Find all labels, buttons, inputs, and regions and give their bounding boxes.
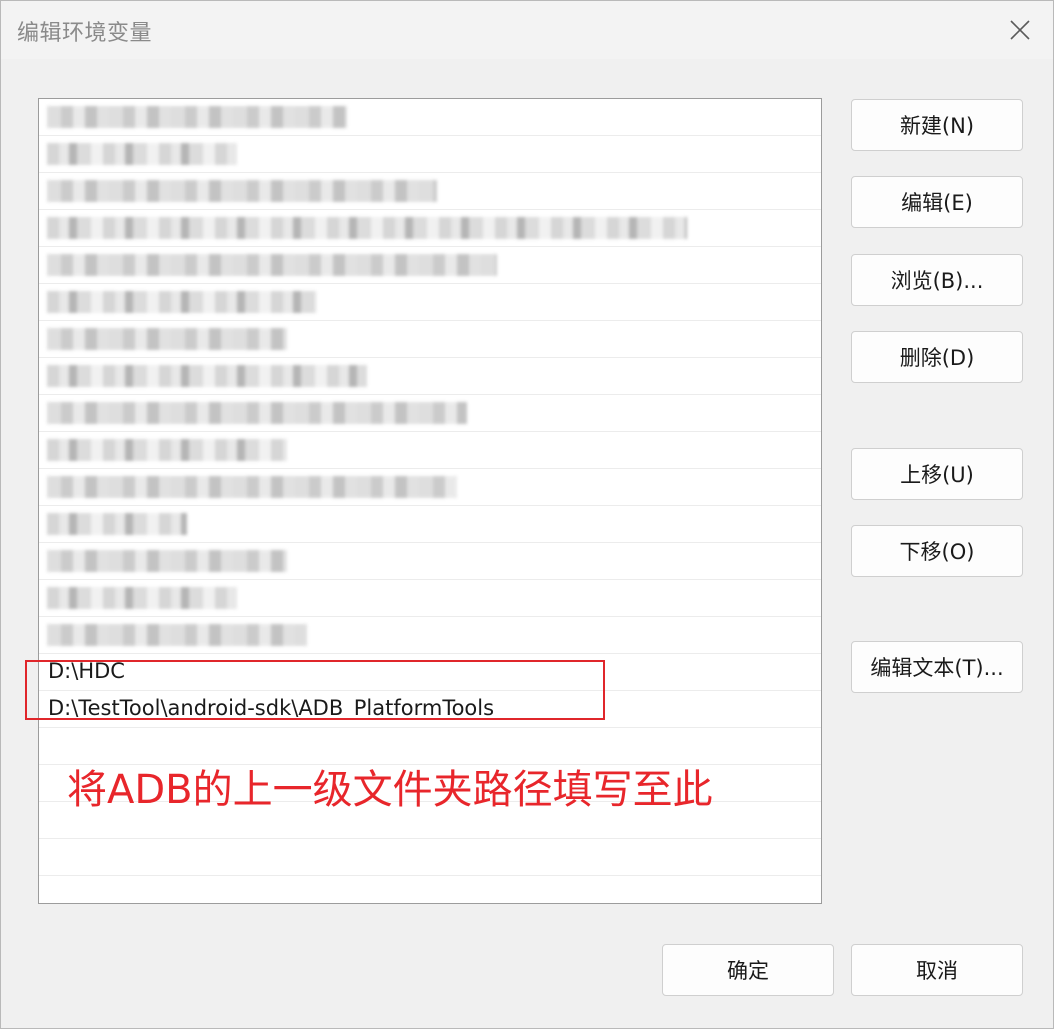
new-button[interactable]: 新建(N) [851,99,1023,151]
list-item[interactable] [39,358,821,395]
list-item[interactable] [39,395,821,432]
list-item[interactable] [39,210,821,247]
redacted-path [47,254,497,276]
close-button[interactable] [997,7,1043,53]
edit-env-var-dialog: 编辑环境变量 D:\HDC D:\TestTool\android-sdk\ADB… [0,0,1054,1029]
redacted-path [47,587,237,609]
redacted-path [47,439,287,461]
list-item[interactable] [39,99,821,136]
redacted-path [47,624,307,646]
list-item[interactable] [39,506,821,543]
close-icon [1010,20,1030,40]
list-item[interactable] [39,580,821,617]
edit-button[interactable]: 编辑(E) [851,176,1023,228]
list-item[interactable] [39,543,821,580]
list-item[interactable] [39,876,821,903]
redacted-path [47,143,237,165]
redacted-path [47,513,187,535]
title-bar: 编辑环境变量 [1,1,1053,59]
redacted-path [47,365,367,387]
redacted-path [47,476,457,498]
annotation-text: 将ADB的上一级文件夹路径填写至此 [67,767,713,813]
redacted-path [47,106,347,128]
list-item[interactable] [39,136,821,173]
delete-button[interactable]: 删除(D) [851,331,1023,383]
list-item[interactable] [39,247,821,284]
list-item[interactable] [39,617,821,654]
list-item[interactable] [39,839,821,876]
redacted-path [47,180,437,202]
list-item[interactable] [39,284,821,321]
list-item[interactable] [39,469,821,506]
ok-button[interactable]: 确定 [662,944,834,996]
cancel-button[interactable]: 取消 [851,944,1023,996]
dialog-title: 编辑环境变量 [17,21,153,46]
move-down-button[interactable]: 下移(O) [851,525,1023,577]
edit-text-button[interactable]: 编辑文本(T)... [851,641,1023,693]
highlight-box [25,660,605,720]
browse-button[interactable]: 浏览(B)... [851,254,1023,306]
list-item[interactable] [39,321,821,358]
redacted-path [47,402,467,424]
redacted-path [47,328,287,350]
list-item[interactable] [39,173,821,210]
redacted-path [47,550,287,572]
list-item[interactable] [39,432,821,469]
redacted-path [47,291,317,313]
redacted-path [47,217,687,239]
move-up-button[interactable]: 上移(U) [851,448,1023,500]
